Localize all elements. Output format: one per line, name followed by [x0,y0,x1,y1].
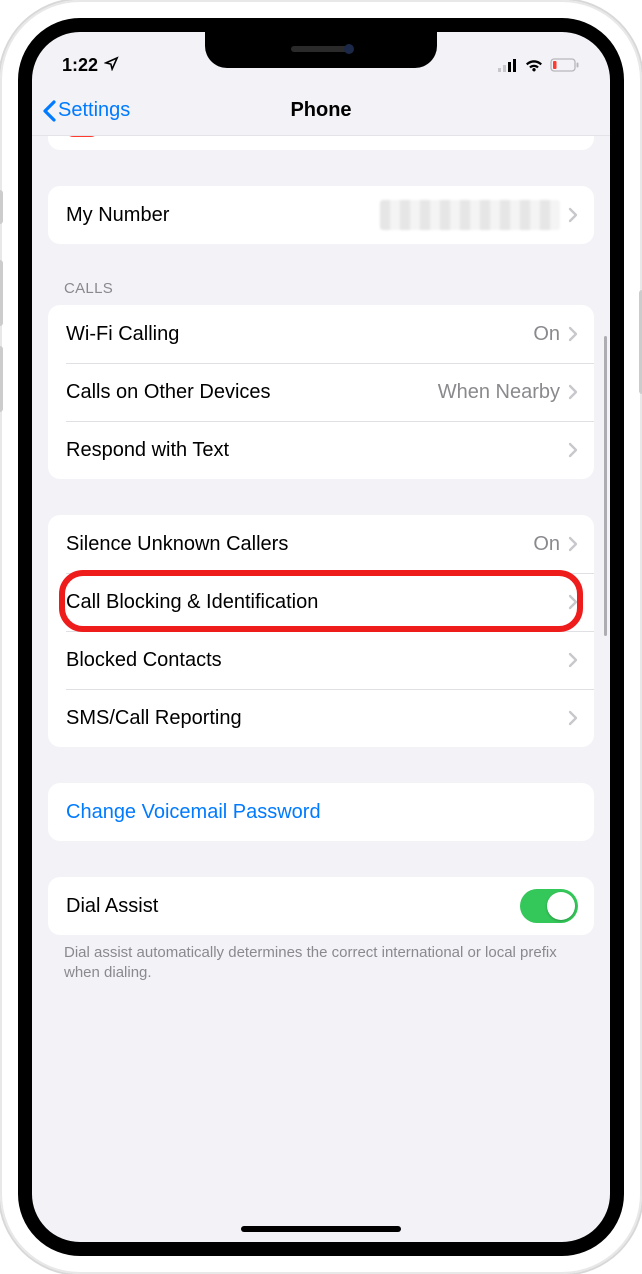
row-my-number[interactable]: My Number [48,186,594,244]
volume-down-button [0,346,3,412]
scrollbar[interactable] [604,336,607,636]
mute-switch [0,190,3,224]
row-label: Respond with Text [66,439,229,462]
home-indicator[interactable] [241,1226,401,1232]
row-label: Blocked Contacts [66,649,222,672]
chevron-right-icon [568,536,578,552]
dial-assist-footer: Dial assist automatically determines the… [64,943,578,984]
nav-bar: Settings Phone [32,86,610,136]
row-value: On [533,533,560,556]
chevron-right-icon [568,594,578,610]
cellular-icon [498,59,518,72]
row-label: Change Voicemail Password [66,801,321,824]
row-blocked-contacts[interactable]: Blocked Contacts [48,631,594,689]
volume-up-button [0,260,3,326]
row-wifi-calling[interactable]: Wi-Fi Calling On [48,305,594,363]
row-change-voicemail-password[interactable]: Change Voicemail Password [48,783,594,841]
row-calls-on-other-devices[interactable]: Calls on Other Devices When Nearby [48,363,594,421]
chevron-left-icon [42,100,56,122]
row-label: Dial Assist [66,895,158,918]
row-dial-assist: Dial Assist [48,877,594,935]
location-icon [104,55,119,76]
row-label: Silence Unknown Callers [66,533,288,556]
dial-assist-toggle[interactable] [520,889,578,923]
row-value: When Nearby [438,381,560,404]
wifi-icon [524,58,544,72]
row-label: SMS/Call Reporting [66,707,242,730]
chevron-right-icon [568,652,578,668]
row-call-blocking-identification[interactable]: Call Blocking & Identification [48,573,594,631]
back-button[interactable]: Settings [42,99,130,122]
row-label: My Number [66,204,169,227]
row-label: Call Blocking & Identification [66,591,318,614]
megaphone-icon [66,136,98,137]
row-respond-with-text[interactable]: Respond with Text [48,421,594,479]
row-label: Calls on Other Devices [66,381,271,404]
status-time: 1:22 [62,55,98,76]
chevron-right-icon [568,207,578,223]
section-header-calls: CALLS [64,280,578,297]
chevron-right-icon [568,384,578,400]
row-announce-calls[interactable]: Announce Calls Never [48,136,594,150]
row-silence-unknown-callers[interactable]: Silence Unknown Callers On [48,515,594,573]
battery-icon [550,58,580,72]
row-sms-call-reporting[interactable]: SMS/Call Reporting [48,689,594,747]
page-title: Phone [290,99,351,122]
chevron-right-icon [568,442,578,458]
chevron-right-icon [568,326,578,342]
row-label: Wi-Fi Calling [66,323,179,346]
chevron-right-icon [568,710,578,726]
row-value: On [533,323,560,346]
my-number-value-redacted [380,200,560,230]
back-label: Settings [58,99,130,122]
